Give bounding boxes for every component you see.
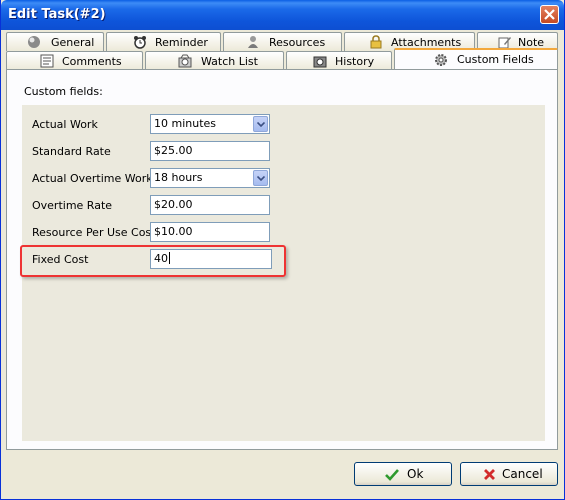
tab-watch-list[interactable]: Watch List: [145, 51, 284, 70]
cancel-label: Cancel: [502, 467, 543, 481]
actual-overtime-work-label: Actual Overtime Work: [32, 172, 153, 185]
custom-fields-panel: Custom fields: Actual Work 10 minutes St…: [6, 69, 558, 450]
fixed-cost-highlight-box: [20, 245, 286, 277]
tab-resources[interactable]: Resources: [223, 32, 342, 51]
note-pencil-icon: [498, 35, 512, 49]
ok-button[interactable]: Ok: [354, 462, 452, 486]
comments-icon: [40, 54, 54, 68]
tab-reminder[interactable]: Reminder: [106, 32, 221, 51]
history-icon: [313, 54, 327, 68]
cancel-x-icon: [483, 468, 496, 484]
actual-overtime-work-select[interactable]: 18 hours: [150, 168, 270, 188]
standard-rate-label: Standard Rate: [32, 145, 111, 158]
chevron-down-icon[interactable]: [253, 170, 268, 186]
tab-label: Reminder: [155, 36, 208, 49]
alarm-clock-icon: [133, 35, 147, 49]
tab-general[interactable]: General: [6, 32, 104, 51]
tab-label: Resources: [269, 36, 326, 49]
actual-overtime-work-value: 18 hours: [154, 171, 203, 184]
watch-list-icon: [178, 54, 192, 68]
resource-per-use-cost-value: $10.00: [154, 225, 193, 238]
cancel-button[interactable]: Cancel: [460, 462, 558, 486]
custom-fields-box: Actual Work 10 minutes Standard Rate $25…: [20, 105, 545, 441]
chevron-down-icon[interactable]: [253, 116, 268, 132]
overtime-rate-value: $20.00: [154, 198, 193, 211]
custom-fields-heading: Custom fields:: [24, 85, 103, 98]
window-title: Edit Task(#2): [8, 7, 106, 22]
general-sphere-icon: [27, 35, 41, 49]
close-button[interactable]: [540, 5, 559, 24]
actual-work-select[interactable]: 10 minutes: [150, 114, 270, 134]
resource-per-use-cost-input[interactable]: $10.00: [150, 222, 270, 242]
standard-rate-input[interactable]: $25.00: [150, 141, 270, 161]
tab-comments[interactable]: Comments: [6, 51, 143, 70]
person-icon: [246, 35, 260, 49]
tab-label: Watch List: [201, 55, 258, 68]
resource-per-use-cost-label: Resource Per Use Cost: [32, 226, 156, 239]
tab-label: Custom Fields: [457, 53, 534, 66]
padlock-icon: [369, 35, 383, 49]
gear-icon: [434, 53, 448, 67]
overtime-rate-input[interactable]: $20.00: [150, 195, 270, 215]
title-bar[interactable]: Edit Task(#2): [1, 0, 564, 30]
actual-work-value: 10 minutes: [154, 117, 217, 130]
tab-custom-fields[interactable]: Custom Fields: [394, 48, 558, 69]
tab-label: History: [335, 55, 375, 68]
edit-task-window: Edit Task(#2) General Reminder Resources…: [0, 0, 565, 500]
tab-history[interactable]: History: [286, 51, 392, 70]
tab-label: Comments: [62, 55, 122, 68]
standard-rate-value: $25.00: [154, 144, 193, 157]
tab-label: General: [51, 36, 95, 49]
actual-work-label: Actual Work: [32, 118, 98, 131]
checkmark-icon: [385, 468, 399, 484]
ok-label: Ok: [407, 467, 424, 481]
overtime-rate-label: Overtime Rate: [32, 199, 113, 212]
